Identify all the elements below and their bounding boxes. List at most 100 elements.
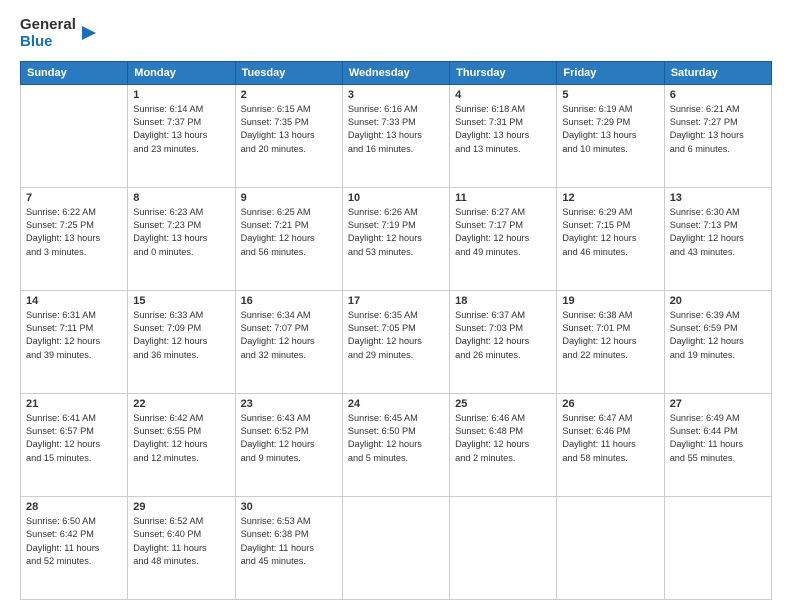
week-row-2: 7 Sunrise: 6:22 AM Sunset: 7:25 PM Daylig…	[21, 187, 772, 290]
day-number: 15	[133, 295, 229, 307]
day-cell: 11 Sunrise: 6:27 AM Sunset: 7:17 PM Dayli…	[450, 187, 557, 290]
day-number: 26	[562, 398, 658, 410]
day-number: 5	[562, 89, 658, 101]
logo-arrow-icon	[78, 24, 96, 42]
day-cell: 1Sunrise: 6:14 AM Sunset: 7:37 PM Daylig…	[128, 84, 235, 187]
header-tuesday: Tuesday	[235, 61, 342, 84]
day-number: 3	[348, 89, 444, 101]
header-monday: Monday	[128, 61, 235, 84]
day-number: 14	[26, 295, 122, 307]
day-number: 7	[26, 192, 122, 204]
day-info: Sunrise: 6:53 AM Sunset: 6:38 PM Dayligh…	[241, 515, 337, 568]
week-row-4: 21Sunrise: 6:41 AM Sunset: 6:57 PM Dayli…	[21, 393, 772, 496]
day-cell	[557, 496, 664, 599]
day-cell: 18 Sunrise: 6:37 AM Sunset: 7:03 PM Dayli…	[450, 290, 557, 393]
day-cell: 28 Sunrise: 6:50 AM Sunset: 6:42 PM Dayli…	[21, 496, 128, 599]
day-info: Sunrise: 6:31 AM Sunset: 7:11 PM Dayligh…	[26, 309, 122, 362]
day-cell	[664, 496, 771, 599]
day-cell: 2 Sunrise: 6:15 AM Sunset: 7:35 PM Daylig…	[235, 84, 342, 187]
page-header: General Blue	[20, 16, 772, 51]
logo-graphic: General Blue	[20, 16, 96, 51]
day-cell	[21, 84, 128, 187]
day-number: 23	[241, 398, 337, 410]
day-cell: 12Sunrise: 6:29 AM Sunset: 7:15 PM Dayli…	[557, 187, 664, 290]
day-info: Sunrise: 6:22 AM Sunset: 7:25 PM Dayligh…	[26, 206, 122, 259]
calendar-header-row: SundayMondayTuesdayWednesdayThursdayFrid…	[21, 61, 772, 84]
day-info: Sunrise: 6:38 AM Sunset: 7:01 PM Dayligh…	[562, 309, 658, 362]
day-info: Sunrise: 6:16 AM Sunset: 7:33 PM Dayligh…	[348, 103, 444, 156]
day-number: 22	[133, 398, 229, 410]
day-number: 11	[455, 192, 551, 204]
day-cell: 9 Sunrise: 6:25 AM Sunset: 7:21 PM Daylig…	[235, 187, 342, 290]
day-info: Sunrise: 6:29 AM Sunset: 7:15 PM Dayligh…	[562, 206, 658, 259]
day-cell: 8Sunrise: 6:23 AM Sunset: 7:23 PM Daylig…	[128, 187, 235, 290]
day-cell: 22 Sunrise: 6:42 AM Sunset: 6:55 PM Dayli…	[128, 393, 235, 496]
day-info: Sunrise: 6:25 AM Sunset: 7:21 PM Dayligh…	[241, 206, 337, 259]
day-number: 18	[455, 295, 551, 307]
header-thursday: Thursday	[450, 61, 557, 84]
day-info: Sunrise: 6:47 AM Sunset: 6:46 PM Dayligh…	[562, 412, 658, 465]
day-cell: 3 Sunrise: 6:16 AM Sunset: 7:33 PM Daylig…	[342, 84, 449, 187]
day-info: Sunrise: 6:21 AM Sunset: 7:27 PM Dayligh…	[670, 103, 766, 156]
day-cell: 20 Sunrise: 6:39 AM Sunset: 6:59 PM Dayli…	[664, 290, 771, 393]
day-number: 13	[670, 192, 766, 204]
day-number: 30	[241, 501, 337, 513]
day-number: 21	[26, 398, 122, 410]
day-number: 6	[670, 89, 766, 101]
day-info: Sunrise: 6:50 AM Sunset: 6:42 PM Dayligh…	[26, 515, 122, 568]
day-cell: 26 Sunrise: 6:47 AM Sunset: 6:46 PM Dayli…	[557, 393, 664, 496]
day-number: 2	[241, 89, 337, 101]
header-saturday: Saturday	[664, 61, 771, 84]
day-cell: 19 Sunrise: 6:38 AM Sunset: 7:01 PM Dayli…	[557, 290, 664, 393]
day-cell: 29Sunrise: 6:52 AM Sunset: 6:40 PM Dayli…	[128, 496, 235, 599]
week-row-1: 1Sunrise: 6:14 AM Sunset: 7:37 PM Daylig…	[21, 84, 772, 187]
day-number: 28	[26, 501, 122, 513]
day-number: 16	[241, 295, 337, 307]
day-info: Sunrise: 6:52 AM Sunset: 6:40 PM Dayligh…	[133, 515, 229, 568]
day-info: Sunrise: 6:46 AM Sunset: 6:48 PM Dayligh…	[455, 412, 551, 465]
day-info: Sunrise: 6:27 AM Sunset: 7:17 PM Dayligh…	[455, 206, 551, 259]
day-number: 10	[348, 192, 444, 204]
day-cell: 21Sunrise: 6:41 AM Sunset: 6:57 PM Dayli…	[21, 393, 128, 496]
day-cell: 16Sunrise: 6:34 AM Sunset: 7:07 PM Dayli…	[235, 290, 342, 393]
day-info: Sunrise: 6:39 AM Sunset: 6:59 PM Dayligh…	[670, 309, 766, 362]
day-cell	[450, 496, 557, 599]
day-cell: 15 Sunrise: 6:33 AM Sunset: 7:09 PM Dayli…	[128, 290, 235, 393]
day-number: 27	[670, 398, 766, 410]
day-cell: 30 Sunrise: 6:53 AM Sunset: 6:38 PM Dayli…	[235, 496, 342, 599]
week-row-3: 14 Sunrise: 6:31 AM Sunset: 7:11 PM Dayli…	[21, 290, 772, 393]
day-info: Sunrise: 6:45 AM Sunset: 6:50 PM Dayligh…	[348, 412, 444, 465]
day-cell: 25 Sunrise: 6:46 AM Sunset: 6:48 PM Dayli…	[450, 393, 557, 496]
calendar-table: SundayMondayTuesdayWednesdayThursdayFrid…	[20, 61, 772, 601]
day-number: 19	[562, 295, 658, 307]
header-sunday: Sunday	[21, 61, 128, 84]
header-friday: Friday	[557, 61, 664, 84]
day-cell: 10 Sunrise: 6:26 AM Sunset: 7:19 PM Dayli…	[342, 187, 449, 290]
day-cell: 6 Sunrise: 6:21 AM Sunset: 7:27 PM Daylig…	[664, 84, 771, 187]
day-info: Sunrise: 6:30 AM Sunset: 7:13 PM Dayligh…	[670, 206, 766, 259]
day-info: Sunrise: 6:19 AM Sunset: 7:29 PM Dayligh…	[562, 103, 658, 156]
day-info: Sunrise: 6:33 AM Sunset: 7:09 PM Dayligh…	[133, 309, 229, 362]
day-info: Sunrise: 6:37 AM Sunset: 7:03 PM Dayligh…	[455, 309, 551, 362]
day-number: 9	[241, 192, 337, 204]
day-info: Sunrise: 6:15 AM Sunset: 7:35 PM Dayligh…	[241, 103, 337, 156]
day-cell: 13 Sunrise: 6:30 AM Sunset: 7:13 PM Dayli…	[664, 187, 771, 290]
day-cell: 14 Sunrise: 6:31 AM Sunset: 7:11 PM Dayli…	[21, 290, 128, 393]
day-info: Sunrise: 6:43 AM Sunset: 6:52 PM Dayligh…	[241, 412, 337, 465]
day-cell: 7 Sunrise: 6:22 AM Sunset: 7:25 PM Daylig…	[21, 187, 128, 290]
week-row-5: 28 Sunrise: 6:50 AM Sunset: 6:42 PM Dayli…	[21, 496, 772, 599]
day-info: Sunrise: 6:26 AM Sunset: 7:19 PM Dayligh…	[348, 206, 444, 259]
header-wednesday: Wednesday	[342, 61, 449, 84]
day-info: Sunrise: 6:18 AM Sunset: 7:31 PM Dayligh…	[455, 103, 551, 156]
day-cell: 17Sunrise: 6:35 AM Sunset: 7:05 PM Dayli…	[342, 290, 449, 393]
day-info: Sunrise: 6:42 AM Sunset: 6:55 PM Dayligh…	[133, 412, 229, 465]
day-cell: 5 Sunrise: 6:19 AM Sunset: 7:29 PM Daylig…	[557, 84, 664, 187]
day-info: Sunrise: 6:23 AM Sunset: 7:23 PM Dayligh…	[133, 206, 229, 259]
day-number: 25	[455, 398, 551, 410]
day-cell: 27Sunrise: 6:49 AM Sunset: 6:44 PM Dayli…	[664, 393, 771, 496]
logo-text-blue: Blue	[20, 33, 76, 50]
day-cell: 23 Sunrise: 6:43 AM Sunset: 6:52 PM Dayli…	[235, 393, 342, 496]
logo: General Blue	[20, 16, 96, 51]
day-number: 20	[670, 295, 766, 307]
day-cell	[342, 496, 449, 599]
